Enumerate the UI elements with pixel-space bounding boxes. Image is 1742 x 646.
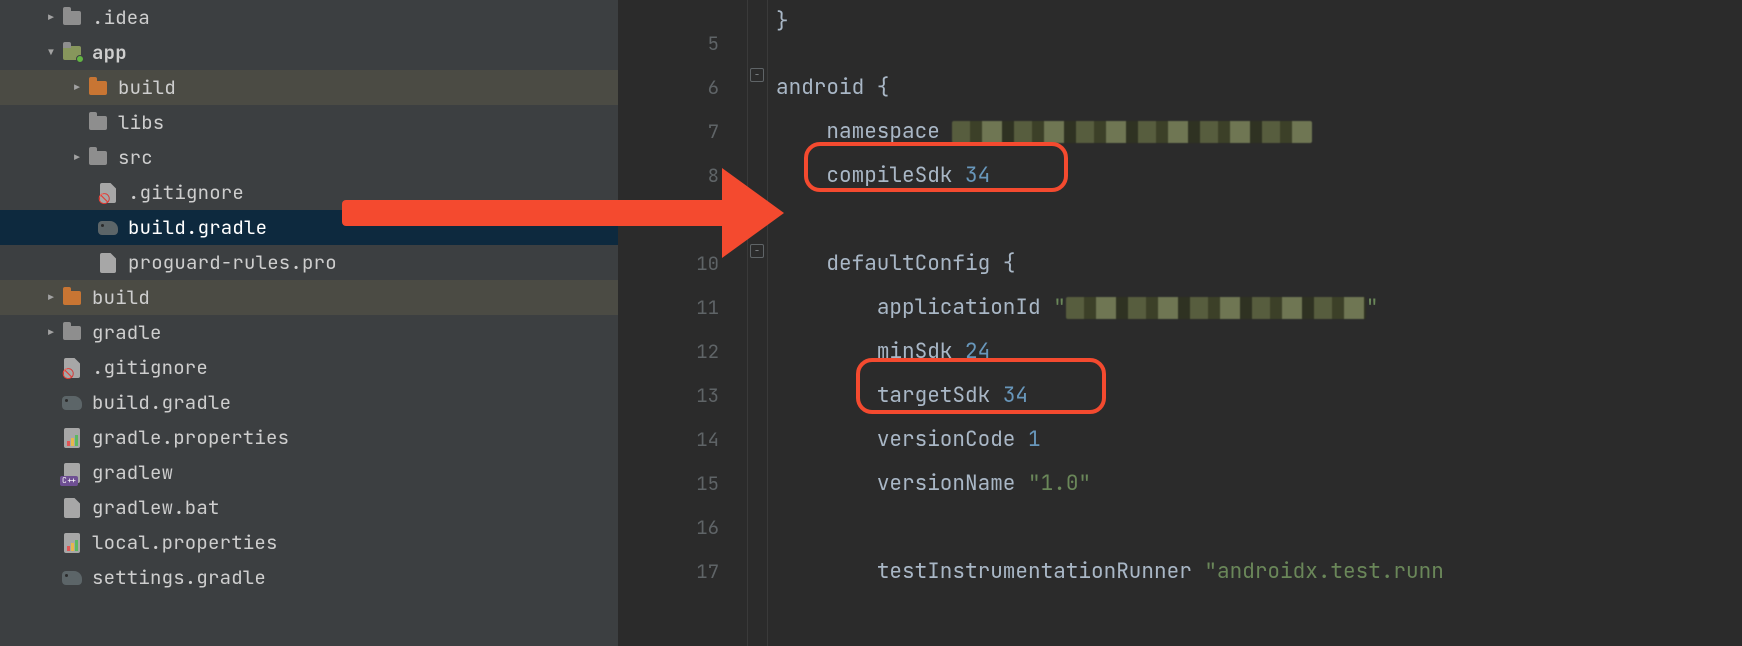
tree-label: gradlew — [92, 460, 173, 485]
tree-item-idea[interactable]: ▸ .idea — [0, 0, 618, 35]
line-number: 14 — [618, 418, 747, 462]
fold-minus-icon[interactable]: − — [750, 68, 764, 82]
tree-label: build.gradle — [128, 215, 267, 240]
tree-label: settings.gradle — [92, 565, 266, 590]
tree-label: app — [92, 40, 127, 65]
line-number: 16 — [618, 506, 747, 550]
tree-label: build — [92, 285, 150, 310]
tree-item-src[interactable]: ▸ src — [0, 140, 618, 175]
chevron-right-icon: ▸ — [42, 320, 60, 345]
fold-strip: − − — [748, 0, 768, 646]
line-number: 13 — [618, 374, 747, 418]
line-number: 12 — [618, 330, 747, 374]
code-editor[interactable]: 5 6 7 8 9 10 11 12 13 14 15 16 17 − − } … — [618, 0, 1742, 646]
redacted-text — [952, 121, 1312, 143]
line-number: 6 — [618, 66, 747, 110]
code-line — [776, 22, 1742, 66]
gradle-icon — [60, 566, 84, 590]
folder-icon — [86, 111, 110, 135]
line-number: 7 — [618, 110, 747, 154]
tree-label: build — [118, 75, 176, 100]
code-line: testInstrumentationRunner "androidx.test… — [776, 550, 1742, 594]
tree-item-root-build-gradle[interactable]: ▸ build.gradle — [0, 385, 618, 420]
chevron-down-icon: ▾ — [42, 40, 60, 65]
line-number: 15 — [618, 462, 747, 506]
redacted-text — [1066, 297, 1366, 319]
chevron-right-icon: ▸ — [68, 145, 86, 170]
line-number: 11 — [618, 286, 747, 330]
file-icon: 🚫 — [96, 181, 120, 205]
gutter: 5 6 7 8 9 10 11 12 13 14 15 16 17 — [618, 0, 748, 646]
code-line: versionCode 1 — [776, 418, 1742, 462]
tree-label: local.properties — [92, 530, 278, 555]
chevron-right-icon: ▸ — [42, 285, 60, 310]
gradle-icon — [96, 216, 120, 240]
folder-icon — [86, 146, 110, 170]
tree-label: build.gradle — [92, 390, 231, 415]
line-number: 10 — [618, 242, 747, 286]
code-line: versionName "1.0" — [776, 462, 1742, 506]
tree-item-root-gitignore[interactable]: ▸ 🚫 .gitignore — [0, 350, 618, 385]
tree-label: gradlew.bat — [92, 495, 220, 520]
tree-label: .idea — [92, 5, 150, 30]
fold-minus-icon[interactable]: − — [750, 244, 764, 258]
tree-label: src — [118, 145, 153, 170]
code-line: applicationId "" — [776, 286, 1742, 330]
tree-item-app-build-gradle[interactable]: build.gradle — [0, 210, 618, 245]
line-number: 9 — [618, 198, 747, 242]
folder-icon — [86, 76, 110, 100]
file-icon — [60, 496, 84, 520]
folder-icon — [60, 321, 84, 345]
file-icon — [96, 251, 120, 275]
tree-item-gradlew[interactable]: ▸ C++ gradlew — [0, 455, 618, 490]
tree-item-proguard[interactable]: proguard-rules.pro — [0, 245, 618, 280]
properties-icon — [60, 426, 84, 450]
tree-item-libs[interactable]: ▸ libs — [0, 105, 618, 140]
tree-label: proguard-rules.pro — [128, 250, 337, 275]
code-line: compileSdk 34 — [776, 154, 1742, 198]
tree-label: gradle.properties — [92, 425, 289, 450]
folder-icon — [60, 6, 84, 30]
line-number: 8 — [618, 154, 747, 198]
tree-label: .gitignore — [128, 180, 244, 205]
chevron-right-icon: ▸ — [42, 5, 60, 30]
code-line: minSdk 24 — [776, 330, 1742, 374]
tree-label: gradle — [92, 320, 162, 345]
tree-item-build[interactable]: ▸ build — [0, 280, 618, 315]
code-area[interactable]: } android { namespace compileSdk 34 defa… — [768, 0, 1742, 646]
code-line: } — [776, 0, 1742, 22]
folder-icon — [60, 286, 84, 310]
module-folder-icon — [60, 41, 84, 65]
tree-item-gradlew-bat[interactable]: ▸ gradlew.bat — [0, 490, 618, 525]
tree-item-app-gitignore[interactable]: 🚫 .gitignore — [0, 175, 618, 210]
tree-label: .gitignore — [92, 355, 208, 380]
gradle-icon — [60, 391, 84, 415]
project-tree[interactable]: ▸ .idea ▾ app ▸ build ▸ libs ▸ src 🚫 .gi… — [0, 0, 618, 646]
code-line: android { — [776, 66, 1742, 110]
tree-item-settings-gradle[interactable]: ▸ settings.gradle — [0, 560, 618, 595]
code-line — [776, 198, 1742, 242]
line-number: 5 — [618, 22, 747, 66]
line-number: 17 — [618, 550, 747, 594]
code-line: namespace — [776, 110, 1742, 154]
code-line: targetSdk 34 — [776, 374, 1742, 418]
code-line: defaultConfig { — [776, 242, 1742, 286]
code-line — [776, 506, 1742, 550]
file-icon: 🚫 — [60, 356, 84, 380]
line-number — [618, 0, 747, 22]
tree-label: libs — [118, 110, 164, 135]
shell-icon: C++ — [60, 461, 84, 485]
tree-item-gradle-folder[interactable]: ▸ gradle — [0, 315, 618, 350]
properties-icon — [60, 531, 84, 555]
tree-item-app-build[interactable]: ▸ build — [0, 70, 618, 105]
tree-item-local-properties[interactable]: ▸ local.properties — [0, 525, 618, 560]
tree-item-gradle-properties[interactable]: ▸ gradle.properties — [0, 420, 618, 455]
chevron-right-icon: ▸ — [68, 75, 86, 100]
tree-item-app[interactable]: ▾ app — [0, 35, 618, 70]
